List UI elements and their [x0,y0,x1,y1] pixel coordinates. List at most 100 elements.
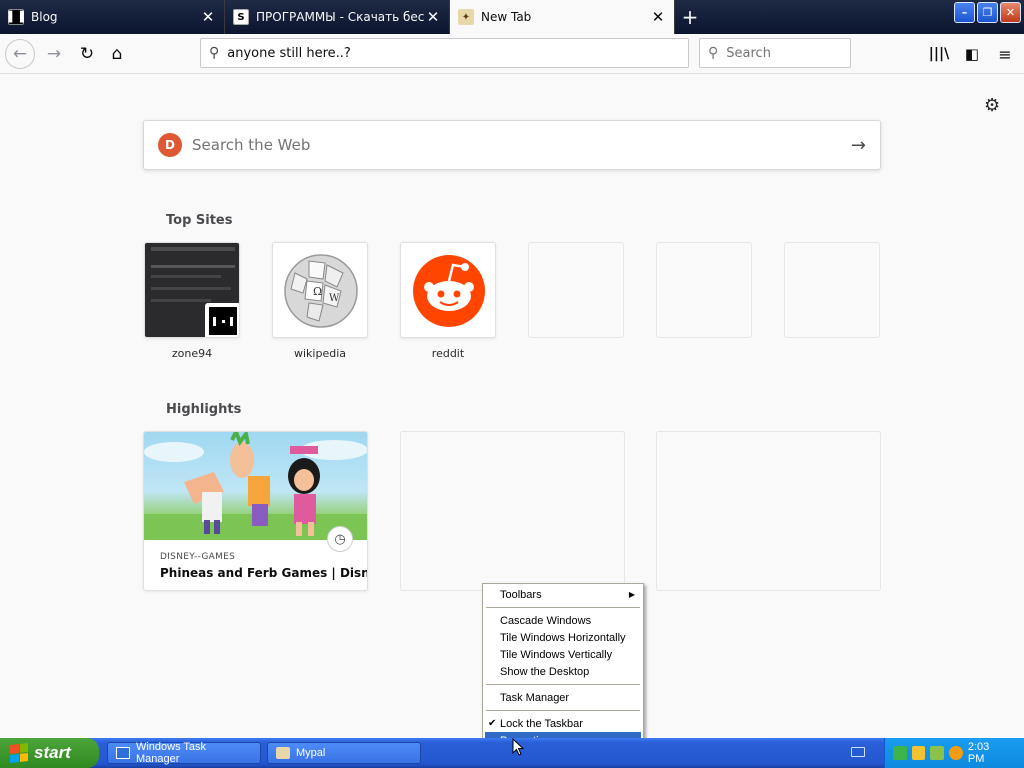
sidebar-icon[interactable]: ◧ [957,39,987,69]
menu-separator [486,607,640,608]
mouse-cursor-icon [512,738,524,756]
site-thumbnail [400,242,496,338]
site-thumbnail [144,242,240,338]
task-label: Mypal [296,747,326,759]
tab-strip: ▌▐ Blog ✕ S ПРОГРАММЫ - Скачать бесплатн… [0,0,1024,34]
top-site-placeholder [656,242,752,338]
menu-item-cascade-windows[interactable]: Cascade Windows [485,612,641,629]
site-label: reddit [431,347,465,360]
cartoon-characters-image [144,432,367,540]
taskbar-task-manager[interactable]: Windows Task Manager [107,741,261,765]
navigation-toolbar: ← → ↻ ⌂ ⚲ anyone still here..? ⚲ Search … [0,34,1024,74]
minimize-button[interactable]: – [954,2,975,23]
url-bar[interactable]: ⚲ anyone still here..? [200,38,689,68]
top-site-tile[interactable]: Ω W wikipedia [272,242,368,360]
menu-item-label: Cascade Windows [500,614,592,627]
menu-item-label: Show the Desktop [500,665,590,678]
site-thumbnail: Ω W [272,242,368,338]
menu-separator [486,684,640,685]
tab-title: Blog [31,10,58,24]
shield-icon[interactable] [911,746,926,760]
submenu-arrow-icon: ▶ [628,590,635,599]
start-label: start [34,743,71,762]
taskbar-mypal[interactable]: Mypal [267,742,421,764]
menu-item-label: Tile Windows Vertically [500,648,613,661]
top-site-placeholder [528,242,624,338]
menu-item-tile-vertically[interactable]: Tile Windows Vertically [485,646,641,663]
reload-button[interactable]: ↻ [72,39,102,69]
network-icon[interactable] [930,746,945,760]
search-placeholder: Search [726,45,771,61]
menu-item-toolbars[interactable]: Toolbars ▶ [485,586,641,603]
clock-icon: ◷ [327,526,353,552]
top-site-placeholder [784,242,880,338]
home-button[interactable]: ⌂ [102,39,132,69]
url-input[interactable]: anyone still here..? [227,46,351,61]
system-tray: 2:03 PM [884,738,1024,768]
menu-separator [486,710,640,711]
new-tab-button[interactable]: + [675,0,705,34]
tab-new-tab[interactable]: ✦ New Tab ✕ [450,0,675,34]
menu-item-show-desktop[interactable]: Show the Desktop [485,663,641,680]
close-window-button[interactable]: ✕ [1000,2,1021,23]
tab-title: New Tab [481,10,532,24]
empty-tile [784,242,880,338]
toolbar-right: |||\ ◧ ≡ [924,39,1024,69]
svg-text:Ω: Ω [313,285,322,298]
forward-button[interactable]: → [39,39,69,69]
highlight-placeholder [400,431,625,591]
search-icon: ⚲ [708,45,719,61]
highlights-title: Highlights [166,402,242,417]
menu-item-label: Task Manager [500,691,570,704]
highlight-title: Phineas and Ferb Games | Disney... [160,566,368,580]
empty-tile [656,242,752,338]
menu-item-task-manager[interactable]: Task Manager [485,689,641,706]
checkmark-icon: ✔ [488,718,497,729]
library-icon[interactable]: |||\ [924,39,954,69]
maximize-button[interactable]: ❐ [977,2,998,23]
keyboard-icon[interactable] [851,747,865,757]
taskbar-context-menu: Toolbars ▶ Cascade Windows Tile Windows … [482,583,644,750]
window-controls: – ❐ ✕ [954,2,1024,23]
highlight-card[interactable]: ◷ DISNEY--GAMES Phineas and Ferb Games |… [143,431,368,591]
highlight-host: DISNEY--GAMES [160,552,236,562]
back-button[interactable]: ← [5,38,35,69]
top-sites-title: Top Sites [166,213,233,228]
tab-programs[interactable]: S ПРОГРАММЫ - Скачать бесплатно ✕ [225,0,450,34]
tab-title: ПРОГРАММЫ - Скачать бесплатно [256,10,425,24]
start-button[interactable]: start [0,738,99,768]
tab-blog[interactable]: ▌▐ Blog ✕ [0,0,225,34]
highlight-placeholder [656,431,881,591]
close-tab-icon[interactable]: ✕ [425,9,441,25]
menu-item-label: Tile Windows Horizontally [500,631,626,644]
duckduckgo-icon: D [158,133,182,157]
windows-logo-icon [10,743,28,763]
top-site-tile[interactable]: zone94 [144,242,240,360]
search-icon[interactable] [949,746,963,760]
web-search-input[interactable]: Search the Web [192,136,851,154]
task-label: Windows Task Manager [135,741,207,765]
blog-favicon-icon: ▌▐ [8,9,24,25]
zone94-logo-icon [205,303,239,337]
arrow-right-icon[interactable]: → [851,135,866,156]
task-manager-icon [116,747,130,759]
reddit-logo-icon [413,255,485,327]
mypal-icon [276,747,290,759]
menu-item-label: Toolbars [500,588,542,601]
top-site-tile[interactable]: reddit [400,242,496,360]
search-bar[interactable]: ⚲ Search [699,38,851,68]
menu-icon[interactable]: ≡ [990,39,1020,69]
site-label: zone94 [171,347,213,360]
menu-item-lock-taskbar[interactable]: ✔ Lock the Taskbar [485,715,641,732]
gear-icon[interactable]: ⚙ [984,95,1000,116]
mypal-favicon-icon: ✦ [458,9,474,25]
menu-item-label: Lock the Taskbar [500,717,583,730]
web-search-box[interactable]: D Search the Web → [143,120,881,170]
highlight-image [144,432,367,540]
tray-green-icon[interactable] [893,746,907,760]
empty-tile [528,242,624,338]
menu-item-tile-horizontally[interactable]: Tile Windows Horizontally [485,629,641,646]
wikipedia-globe-icon: Ω W [284,254,358,328]
close-tab-icon[interactable]: ✕ [200,9,216,25]
close-tab-icon[interactable]: ✕ [650,9,666,25]
